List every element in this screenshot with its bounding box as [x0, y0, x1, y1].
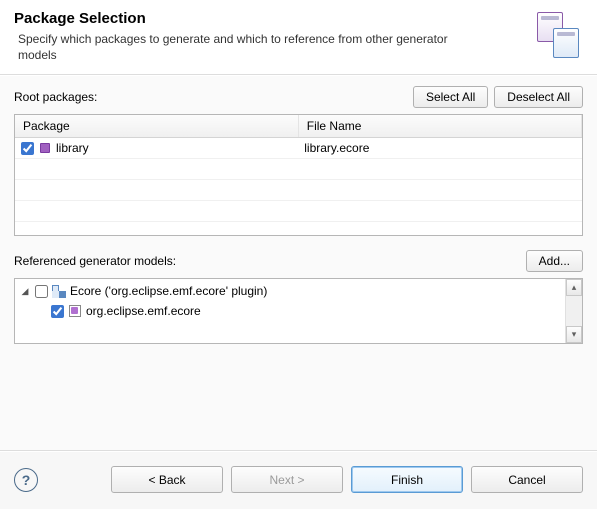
tree-item-child[interactable]: org.eclipse.emf.ecore [15, 301, 565, 321]
tree-checkbox[interactable] [51, 305, 64, 318]
scroll-down-icon[interactable]: ▾ [566, 326, 582, 343]
wizard-header: Package Selection Specify which packages… [0, 0, 597, 75]
wizard-content: Root packages: Select All Deselect All P… [0, 75, 597, 450]
column-header-package[interactable]: Package [15, 115, 298, 138]
help-icon[interactable]: ? [14, 468, 38, 492]
plugin-icon [52, 284, 66, 298]
tree-item-label: Ecore ('org.eclipse.emf.ecore' plugin) [70, 284, 267, 298]
root-packages-table[interactable]: Package File Name library library.ecore [14, 114, 583, 236]
package-filename: library.ecore [298, 138, 581, 159]
package-icon [38, 141, 52, 155]
next-button: Next > [231, 466, 343, 493]
add-button[interactable]: Add... [526, 250, 583, 272]
tree-item-root[interactable]: ◢ Ecore ('org.eclipse.emf.ecore' plugin) [15, 281, 565, 301]
table-row[interactable]: library library.ecore [15, 138, 582, 159]
deselect-all-button[interactable]: Deselect All [494, 86, 583, 108]
scrollbar[interactable]: ▴ ▾ [565, 279, 582, 343]
cancel-button[interactable]: Cancel [471, 466, 583, 493]
package-name: library [56, 141, 89, 155]
genmodel-icon [68, 304, 82, 318]
page-title: Package Selection [14, 10, 525, 27]
root-packages-label: Root packages: [14, 90, 97, 104]
package-checkbox[interactable] [21, 142, 34, 155]
page-description: Specify which packages to generate and w… [14, 31, 525, 63]
wizard-button-bar: ? < Back Next > Finish Cancel [0, 451, 597, 509]
tree-checkbox[interactable] [35, 285, 48, 298]
referenced-models-tree[interactable]: ◢ Ecore ('org.eclipse.emf.ecore' plugin)… [14, 278, 583, 344]
scroll-up-icon[interactable]: ▴ [566, 279, 582, 296]
tree-item-label: org.eclipse.emf.ecore [86, 304, 201, 318]
referenced-models-label: Referenced generator models: [14, 254, 176, 268]
column-header-filename[interactable]: File Name [298, 115, 581, 138]
select-all-button[interactable]: Select All [413, 86, 488, 108]
finish-button[interactable]: Finish [351, 466, 463, 493]
wizard-banner-icon [525, 10, 585, 66]
expander-icon[interactable]: ◢ [19, 285, 31, 297]
back-button[interactable]: < Back [111, 466, 223, 493]
